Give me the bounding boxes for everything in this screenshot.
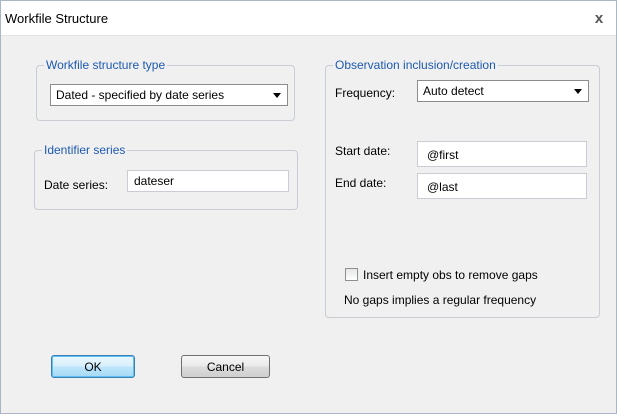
insert-empty-checkbox[interactable] bbox=[345, 268, 358, 281]
identifier-series-group: Identifier series Date series: dateser bbox=[34, 143, 298, 210]
cancel-button[interactable]: Cancel bbox=[181, 355, 270, 378]
close-button[interactable]: x bbox=[582, 1, 616, 35]
structure-type-group: Workfile structure type Dated - specifie… bbox=[36, 58, 295, 121]
frequency-value: Auto detect bbox=[423, 84, 484, 98]
frequency-label: Frequency: bbox=[335, 86, 396, 100]
structure-type-value: Dated - specified by date series bbox=[56, 88, 225, 102]
start-date-input[interactable]: @first bbox=[417, 141, 587, 167]
chevron-down-icon bbox=[273, 93, 281, 98]
end-date-label: End date: bbox=[335, 176, 387, 190]
observation-group: Observation inclusion/creation Frequency… bbox=[325, 58, 600, 318]
chevron-down-icon bbox=[574, 89, 582, 94]
date-series-input[interactable]: dateser bbox=[127, 170, 289, 192]
close-icon: x bbox=[594, 9, 604, 27]
ok-button-label: OK bbox=[84, 359, 102, 374]
workfile-structure-dialog: Workfile Structure x Workfile structure … bbox=[0, 0, 617, 414]
observation-legend: Observation inclusion/creation bbox=[333, 58, 498, 72]
structure-type-select[interactable]: Dated - specified by date series bbox=[50, 84, 288, 106]
ok-button[interactable]: OK bbox=[51, 355, 135, 378]
frequency-select[interactable]: Auto detect bbox=[417, 80, 589, 102]
title-bar[interactable]: Workfile Structure x bbox=[1, 1, 616, 36]
identifier-series-legend: Identifier series bbox=[42, 143, 128, 157]
end-date-input[interactable]: @last bbox=[417, 173, 587, 199]
regular-frequency-note: No gaps implies a regular frequency bbox=[344, 293, 537, 307]
cancel-button-label: Cancel bbox=[206, 359, 245, 374]
start-date-label: Start date: bbox=[335, 144, 391, 158]
dialog-title: Workfile Structure bbox=[5, 11, 109, 26]
structure-type-legend: Workfile structure type bbox=[44, 58, 168, 72]
insert-empty-label[interactable]: Insert empty obs to remove gaps bbox=[363, 268, 538, 282]
date-series-label: Date series: bbox=[44, 178, 109, 192]
